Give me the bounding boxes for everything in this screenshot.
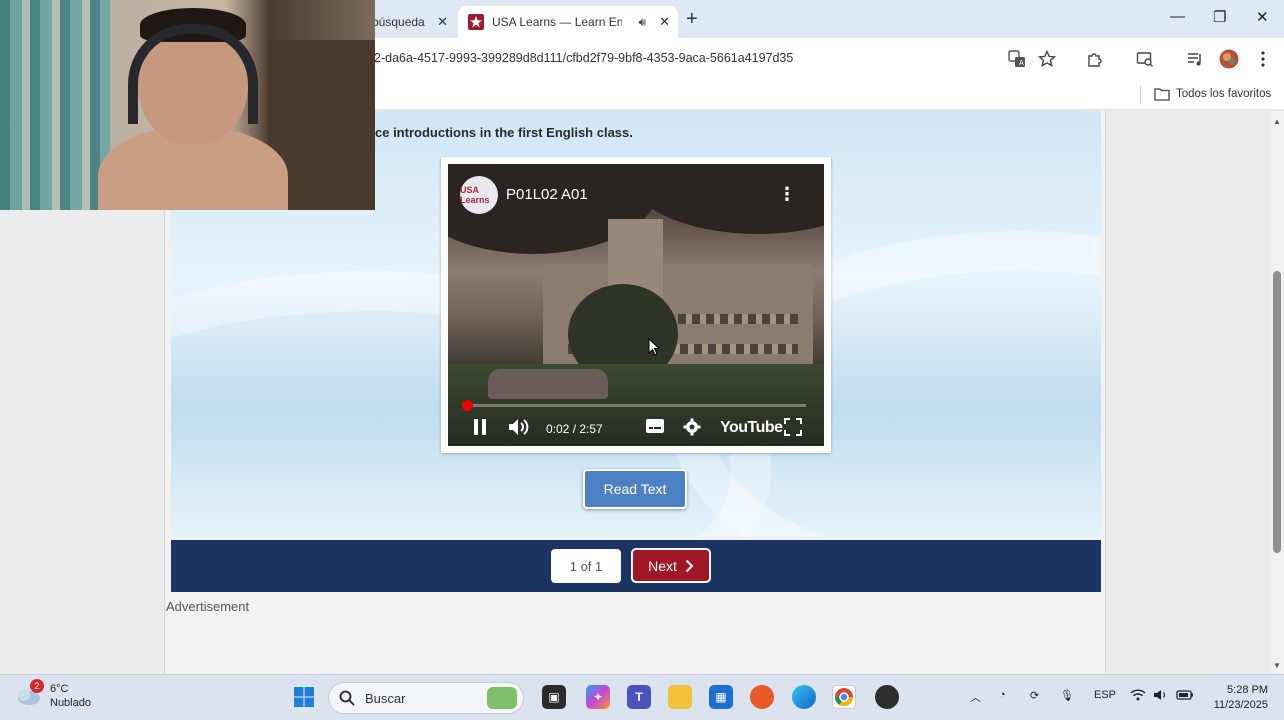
copilot-icon[interactable]: ✦: [586, 685, 610, 709]
channel-logo[interactable]: USA Learns: [460, 176, 498, 214]
microsoft-store-icon[interactable]: ▦: [709, 685, 733, 709]
scrollbar-thumb[interactable]: [1273, 271, 1281, 553]
video-progress-bar[interactable]: [466, 404, 806, 407]
temperature: 6°C: [50, 683, 69, 695]
wifi-icon[interactable]: [1130, 689, 1146, 704]
tab-usa-learns[interactable]: USA Learns — Learn English 🔊︎ ✕: [458, 6, 678, 38]
scroll-up-icon[interactable]: ▲: [1273, 117, 1281, 126]
taskbar-search[interactable]: Buscar: [328, 682, 524, 714]
tab-audio-playing-icon[interactable]: 🔊︎: [638, 15, 646, 30]
notification-badge: 2: [30, 679, 44, 693]
video-controls: 0:02 / 2:57 YouTube: [448, 412, 824, 446]
read-text-button[interactable]: Read Text: [583, 469, 687, 509]
media-controls-icon[interactable]: [1184, 48, 1206, 70]
youtube-logo[interactable]: YouTube: [720, 419, 783, 437]
channel-logo-text: USA Learns: [460, 185, 490, 205]
youtube-video-player[interactable]: USA Learns P01L02 A01 ⋮ 0:02 / 2:57 YouT…: [448, 164, 824, 446]
webcam-person: [98, 8, 288, 210]
close-window-icon[interactable]: ✕: [1256, 8, 1269, 26]
video-frame: USA Learns P01L02 A01 ⋮ 0:02 / 2:57 YouT…: [441, 157, 831, 453]
pause-icon[interactable]: [472, 418, 488, 436]
folder-icon: [1154, 88, 1170, 101]
video-progress-handle[interactable]: [462, 400, 473, 411]
task-view-icon[interactable]: ▣: [542, 685, 566, 709]
minimize-icon[interactable]: —: [1170, 8, 1185, 25]
battery-icon[interactable]: [1176, 689, 1194, 704]
subtitles-icon[interactable]: [645, 418, 665, 434]
next-button[interactable]: Next: [631, 548, 711, 583]
bookmarks-folder-label: Todos los favoritos: [1176, 88, 1272, 100]
video-title[interactable]: P01L02 A01: [506, 186, 588, 203]
search-highlight-icon: [487, 687, 517, 709]
clock-time: 5:28 PM: [1227, 684, 1268, 696]
search-icon: [339, 690, 355, 706]
volume-icon[interactable]: [1153, 689, 1169, 704]
tray-app-icon[interactable]: ◔: [999, 689, 1006, 701]
next-button-label: Next: [648, 557, 677, 574]
close-tab-icon[interactable]: ✕: [437, 14, 448, 30]
chevron-right-icon: [685, 559, 694, 572]
search-placeholder: Buscar: [365, 690, 406, 706]
restore-icon[interactable]: ❐: [1213, 8, 1226, 26]
bookmark-star-icon[interactable]: [1036, 48, 1058, 70]
windows-start-icon[interactable]: [292, 685, 316, 709]
chrome-icon[interactable]: [832, 685, 856, 709]
video-time: 0:02 / 2:57: [546, 422, 603, 436]
teams-icon[interactable]: T: [627, 685, 651, 709]
translate-icon[interactable]: A: [1006, 48, 1028, 70]
usa-learns-favicon-icon: [468, 14, 484, 30]
advertisement-label: Advertisement: [166, 599, 250, 614]
video-scene: [488, 369, 608, 399]
bookmarks-separator: [1140, 86, 1141, 104]
tab-label: búsqueda: [372, 15, 425, 29]
windows-taskbar: 2 6°C Nublado Buscar ▣ ✦ T ▦ ︿ ◔ ⟳ 🎙︎ ES…: [0, 674, 1284, 720]
show-hidden-icons-icon[interactable]: ︿: [970, 689, 981, 705]
file-explorer-icon[interactable]: [668, 685, 692, 709]
svg-text:A: A: [1019, 59, 1024, 67]
video-scene: [678, 314, 798, 324]
weather-condition: Nublado: [50, 697, 91, 709]
firefox-icon[interactable]: [750, 685, 774, 709]
fullscreen-icon[interactable]: [784, 418, 802, 436]
video-more-icon[interactable]: ⋮: [778, 184, 796, 205]
lesson-instruction: ce introductions in the first English cl…: [375, 125, 633, 140]
side-panel-search-icon[interactable]: [1134, 48, 1156, 70]
input-language[interactable]: ESP: [1094, 689, 1116, 701]
microphone-icon[interactable]: 🎙︎: [1060, 689, 1074, 702]
system-clock[interactable]: 5:28 PM 11/23/2025: [1200, 683, 1268, 713]
scroll-down-icon[interactable]: ▼: [1273, 661, 1281, 670]
volume-icon[interactable]: [508, 418, 530, 436]
edge-icon[interactable]: [792, 685, 816, 709]
tab-search[interactable]: búsqueda ✕: [372, 6, 452, 38]
settings-gear-icon[interactable]: [683, 418, 701, 436]
lesson-nav-bar: 1 of 1 Next: [171, 540, 1101, 592]
all-bookmarks-folder[interactable]: Todos los favoritos: [1154, 87, 1271, 101]
tab-label: USA Learns — Learn English: [492, 15, 622, 29]
chrome-menu-icon[interactable]: [1252, 48, 1274, 70]
new-tab-icon[interactable]: +: [686, 8, 698, 31]
headset: [128, 24, 258, 124]
extensions-icon[interactable]: [1084, 48, 1106, 70]
weather-widget[interactable]: 2 6°C Nublado: [14, 679, 91, 710]
page-scrollbar[interactable]: ▲ ▼: [1270, 111, 1284, 674]
page-indicator: 1 of 1: [551, 549, 621, 583]
url-field[interactable]: 2-da6a-4517-9993-399289d8d111/cfbd2f79-9…: [374, 51, 793, 65]
clock-date: 11/23/2025: [1213, 699, 1268, 711]
webcam-scene: [0, 0, 110, 210]
obs-icon[interactable]: [875, 685, 899, 709]
webcam-overlay: [0, 0, 375, 210]
close-tab-icon[interactable]: ✕: [659, 14, 670, 30]
mouse-cursor-icon: [648, 337, 661, 361]
tray-sync-icon[interactable]: ⟳: [1030, 689, 1039, 702]
profile-avatar[interactable]: [1218, 48, 1240, 70]
